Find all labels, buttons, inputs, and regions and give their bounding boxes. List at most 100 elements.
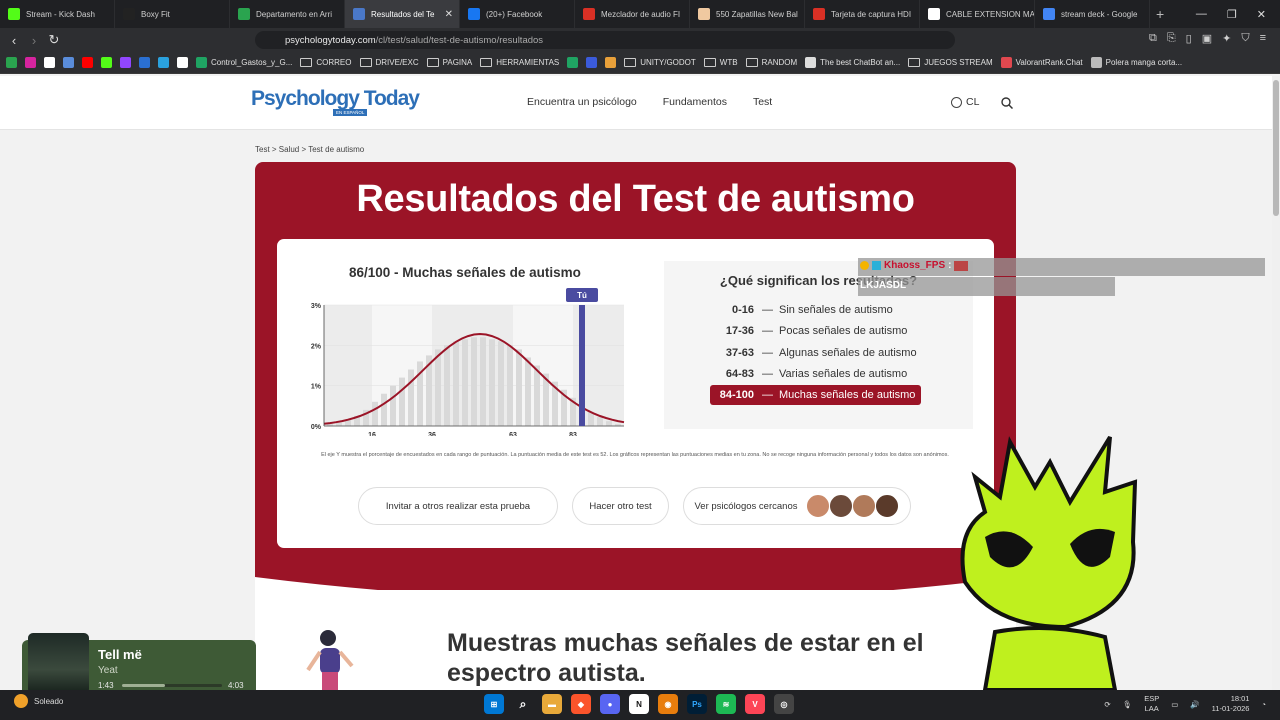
track-duration: 4:03 (228, 681, 244, 690)
weather-widget[interactable]: Soleado (14, 694, 63, 708)
bookmark-item[interactable] (567, 57, 579, 68)
bookmark-item[interactable] (139, 57, 150, 68)
clock[interactable]: 18:01 11-01-2026 (1212, 694, 1250, 714)
bookmark-item[interactable] (82, 57, 93, 68)
sidebar-icon[interactable]: ▯ (1186, 32, 1192, 45)
search-icon[interactable] (1001, 97, 1013, 109)
close-tab-icon[interactable]: ✕ (445, 9, 453, 20)
site-favicon-icon (567, 57, 579, 68)
tab-8[interactable]: CABLE EXTENSION MA (920, 0, 1035, 28)
tab-1[interactable]: Boxy Fit (115, 0, 230, 28)
bookmark-item[interactable]: Control_Gastos_y_G... (196, 57, 292, 68)
country-selector[interactable]: CL (951, 96, 979, 108)
url-input[interactable]: psychologytoday.com/cl/test/salud/test-d… (255, 31, 955, 49)
bookmark-item[interactable]: PAGINA (426, 58, 472, 67)
volume-icon[interactable]: 🔊 (1190, 700, 1199, 709)
nearby-psychologists-button[interactable]: Ver psicólogos cercanos (683, 487, 911, 525)
track-progress[interactable] (122, 684, 222, 687)
tab-3[interactable]: Resultados del Te ✕ (345, 0, 460, 28)
bookmark-label: WTB (719, 58, 738, 67)
distribution-bar (444, 345, 450, 426)
bookmark-item[interactable]: CORREO (300, 58, 352, 67)
spotify-icon[interactable]: ≋ (716, 694, 736, 714)
notion-icon[interactable]: N (629, 694, 649, 714)
valorant-icon[interactable]: V (745, 694, 765, 714)
nav-fundamentals[interactable]: Fundamentos (663, 96, 727, 108)
tab-2[interactable]: Departamento en Arri (230, 0, 345, 28)
country-code: CL (966, 96, 980, 108)
tab-label: Tarjeta de captura HDI (831, 9, 912, 19)
bookmark-item[interactable]: ValorantRank.Chat (1000, 57, 1083, 68)
network-icon[interactable]: ▭ (1171, 700, 1178, 709)
maximize-icon[interactable]: ❐ (1227, 8, 1237, 21)
windows-start-icon[interactable]: ⊞ (484, 694, 504, 714)
range-value: 37-63 (725, 346, 754, 359)
bookmark-item[interactable]: RANDOM (745, 58, 797, 67)
refresh-icon[interactable]: ⟳ (1104, 700, 1110, 709)
language-indicator[interactable]: ESP LAA (1144, 694, 1159, 714)
tab-9[interactable]: stream deck - Google (1035, 0, 1150, 28)
distribution-bar (525, 357, 531, 426)
bookmark-item[interactable] (158, 57, 169, 68)
wallet-icon[interactable]: ▣ (1202, 32, 1212, 45)
nav-find-psychologist[interactable]: Encuentra un psicólogo (527, 96, 637, 108)
minimize-icon[interactable]: — (1196, 8, 1207, 20)
obs-icon[interactable]: ◎ (774, 694, 794, 714)
discord-icon[interactable]: ● (600, 694, 620, 714)
score-title: 86/100 - Muchas señales de autismo (349, 265, 581, 280)
section-heading-line2: espectro autista. (447, 659, 646, 687)
bookmark-item[interactable] (177, 57, 188, 68)
menu-icon[interactable]: ≡ (1260, 32, 1266, 45)
tab-6[interactable]: 550 Zapatillas New Bal (690, 0, 805, 28)
bookmark-item[interactable] (120, 57, 131, 68)
bookmark-item[interactable]: DRIVE/EXC (359, 58, 419, 67)
bookmark-item[interactable] (101, 57, 112, 68)
search-icon[interactable]: ⌕ (513, 694, 533, 714)
retake-button[interactable]: Hacer otro test (572, 487, 669, 525)
bookmark-item[interactable]: JUEGOS STREAM (908, 58, 993, 67)
tab-4[interactable]: (20+) Facebook (460, 0, 575, 28)
tab-0[interactable]: Stream - Kick Dash (0, 0, 115, 28)
blender-icon[interactable]: ◉ (658, 694, 678, 714)
bookmark-item[interactable] (586, 57, 598, 68)
share-icon[interactable]: ⎘ (1167, 32, 1176, 45)
back-icon[interactable]: ‹ (4, 33, 24, 48)
folder-icon (300, 58, 313, 67)
breadcrumb[interactable]: Test > Salud > Test de autismo (255, 145, 364, 154)
bookmark-item[interactable] (6, 57, 17, 68)
shield-icon[interactable]: ⛉ (1241, 32, 1249, 45)
puzzle-icon[interactable]: ⧉ (1149, 32, 1157, 45)
track-title: Tell më (98, 647, 142, 662)
tab-label: Departamento en Arri (256, 9, 333, 19)
bookmark-item[interactable] (63, 57, 74, 68)
mic-icon[interactable]: 🎙 (1123, 700, 1133, 709)
new-tab-icon[interactable]: + (1156, 6, 1164, 22)
invite-button[interactable]: Invitar a otros realizar esta prueba (358, 487, 558, 525)
bookmark-item[interactable] (44, 57, 55, 68)
tab-5[interactable]: Mezclador de audio FI (575, 0, 690, 28)
extensions: ⧉ ⎘ ▯ ▣ ✦ ⛉ ≡ (1149, 32, 1266, 45)
close-icon[interactable]: ✕ (1257, 8, 1266, 21)
bookmark-item[interactable]: Polera manga corta... (1090, 57, 1182, 68)
bookmark-item[interactable]: HERRAMIENTAS (480, 58, 559, 67)
bookmark-item[interactable]: The best ChatBot an... (805, 57, 900, 68)
scrollbar-thumb[interactable] (1273, 80, 1279, 216)
photoshop-icon[interactable]: Ps (687, 694, 707, 714)
bookmark-item[interactable]: UNITY/GODOT (624, 58, 696, 67)
ai-icon[interactable]: ✦ (1222, 32, 1231, 45)
tab-label: (20+) Facebook (486, 9, 543, 19)
logo[interactable]: Psychology Today (251, 87, 420, 111)
mm-icon (928, 8, 940, 20)
notification-icon[interactable]: ◔ (1261, 700, 1266, 709)
brave-icon[interactable]: ◆ (571, 694, 591, 714)
forward-icon[interactable]: › (24, 33, 44, 48)
bookmark-item[interactable]: WTB (703, 58, 738, 67)
file-explorer-icon[interactable]: ▬ (542, 694, 562, 714)
folder-icon (624, 58, 637, 67)
reload-icon[interactable]: ↻ (44, 32, 64, 48)
nav-test[interactable]: Test (753, 96, 772, 108)
tab-7[interactable]: Tarjeta de captura HDI (805, 0, 920, 28)
bookmark-item[interactable] (25, 57, 36, 68)
page-scrollbar[interactable] (1272, 76, 1280, 690)
bookmark-item[interactable] (605, 57, 617, 68)
